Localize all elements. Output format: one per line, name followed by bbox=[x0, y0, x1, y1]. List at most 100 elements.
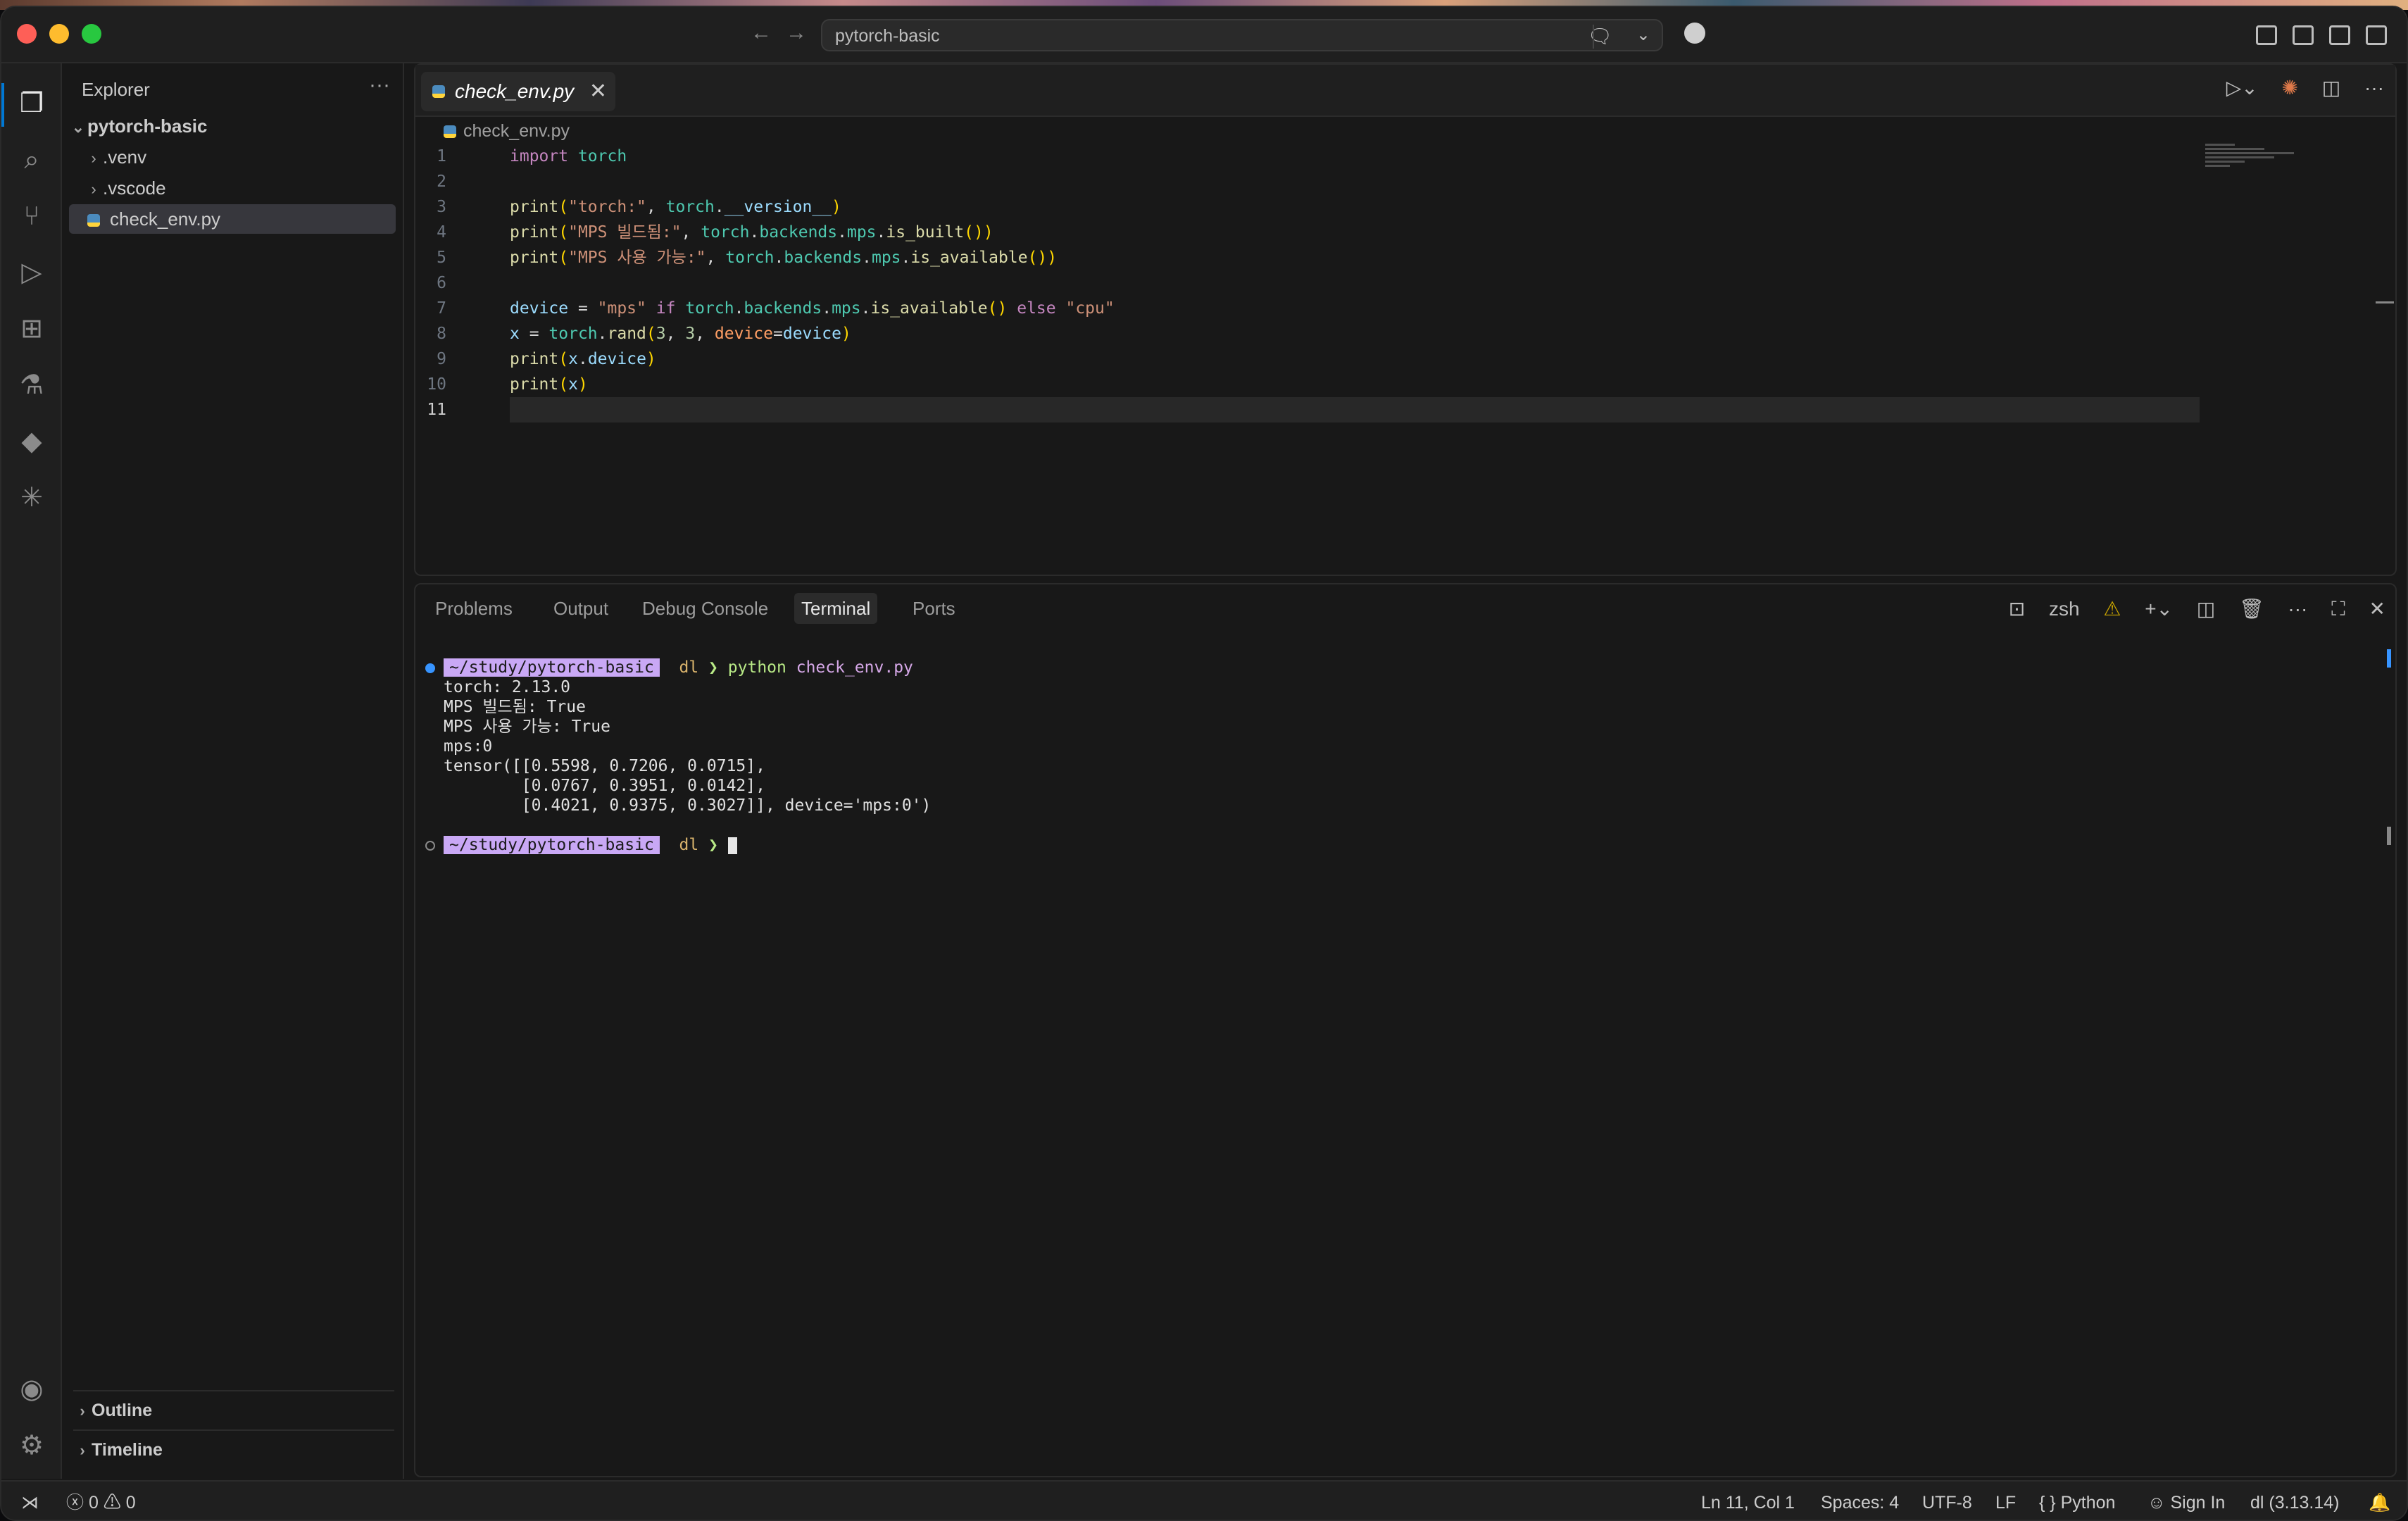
testing-icon[interactable]: ⚗ bbox=[15, 369, 48, 401]
tab-terminal[interactable]: Terminal bbox=[794, 593, 878, 624]
maximize-panel-icon[interactable]: ⛶ bbox=[2331, 598, 2345, 620]
bottom-panel: Problems Output Debug Console Terminal P… bbox=[414, 583, 2397, 1477]
chevron-down-icon[interactable]: ⌄ bbox=[1636, 25, 1650, 45]
tree-item-check-env[interactable]: check_env.py bbox=[69, 204, 396, 234]
run-debug-icon[interactable]: ▷ bbox=[15, 256, 48, 289]
extensions-icon[interactable]: ⊞ bbox=[15, 313, 48, 345]
close-window-button[interactable] bbox=[17, 24, 37, 44]
tree-item-vscode[interactable]: › .vscode bbox=[69, 173, 396, 203]
end-of-line[interactable]: LF bbox=[1995, 1482, 2016, 1520]
command-center-divider bbox=[1593, 25, 1594, 49]
sign-in[interactable]: ☺ Sign In bbox=[2147, 1482, 2225, 1520]
split-terminal-icon[interactable]: ◫ bbox=[2197, 598, 2215, 620]
account-icon[interactable]: ◉ bbox=[15, 1373, 48, 1406]
forward-arrow-icon[interactable]: → bbox=[786, 21, 807, 45]
timeline-section[interactable]: › Timeline bbox=[73, 1429, 394, 1467]
claude-icon[interactable]: ✳ bbox=[15, 482, 48, 514]
chevron-down-icon: ⌄ bbox=[71, 118, 85, 136]
customize-layout-icon[interactable] bbox=[2256, 25, 2277, 45]
tree-item-label: check_env.py bbox=[110, 208, 221, 230]
code-line[interactable]: 6 bbox=[415, 270, 2395, 296]
error-icon: ⓧ bbox=[66, 1493, 84, 1513]
claude-code-icon[interactable]: ✺ bbox=[2282, 77, 2298, 99]
line-number: 6 bbox=[437, 274, 446, 292]
close-panel-icon[interactable]: ✕ bbox=[2369, 598, 2385, 620]
chat-icon[interactable]: 🗨 bbox=[1587, 25, 1612, 48]
close-tab-icon[interactable]: ✕ bbox=[589, 72, 607, 111]
notifications-bell-icon[interactable]: 🔔 bbox=[2369, 1482, 2390, 1520]
code-line[interactable]: 5 print("MPS 사용 가능:", torch.backends.mps.… bbox=[415, 245, 2395, 270]
tree-item-venv[interactable]: › .venv bbox=[69, 142, 396, 172]
run-python-file-icon[interactable]: ▷⌄ bbox=[2226, 77, 2258, 99]
terminal-output-line: mps:0 bbox=[444, 737, 493, 756]
python-interpreter[interactable]: dl (3.13.14) bbox=[2250, 1482, 2339, 1520]
code-text: device = "mps" if torch.backends.mps.is_… bbox=[510, 299, 1115, 318]
panel-tab-bar: Problems Output Debug Console Terminal P… bbox=[415, 584, 2395, 634]
tab-output[interactable]: Output bbox=[546, 593, 615, 624]
zoom-window-button[interactable] bbox=[82, 24, 101, 44]
tab-debug-console[interactable]: Debug Console bbox=[635, 593, 775, 624]
problems-status[interactable]: ⓧ 0 ⚠ 0 bbox=[66, 1482, 136, 1520]
more-actions-icon[interactable]: ··· bbox=[2364, 77, 2384, 99]
activity-bar: ❐ ⌕ ⑂ ▷ ⊞ ⚗ ◆ ✳ ◉ ⚙ bbox=[1, 63, 62, 1479]
toggle-panel-icon[interactable] bbox=[2329, 25, 2350, 45]
code-line[interactable]: 11 bbox=[415, 397, 2395, 423]
vscode-window: ← → pytorch-basic 🗨 ⌄ ❐ ⌕ ⑂ ▷ ⊞ ⚗ ◆ ✳ ◉ … bbox=[0, 6, 2408, 1521]
indentation[interactable]: Spaces: 4 bbox=[1821, 1482, 1899, 1520]
code-line[interactable]: 2 bbox=[415, 169, 2395, 194]
new-terminal-icon[interactable]: +⌄ bbox=[2145, 598, 2173, 620]
terminal-scroll-marker bbox=[2387, 827, 2391, 845]
terminal-icon: ⊡ bbox=[2008, 598, 2026, 620]
search-icon[interactable]: ⌕ bbox=[15, 144, 48, 176]
timeline-label: Timeline bbox=[92, 1440, 163, 1460]
tab-ports[interactable]: Ports bbox=[905, 593, 962, 624]
remote-indicator-icon[interactable]: ⋊ bbox=[21, 1482, 39, 1520]
command-success-dot[interactable] bbox=[425, 663, 435, 673]
encoding[interactable]: UTF-8 bbox=[1922, 1482, 1972, 1520]
source-control-icon[interactable]: ⑂ bbox=[15, 200, 48, 232]
terminal-output-line: MPS 사용 가능: True bbox=[444, 718, 610, 736]
python-file-icon bbox=[432, 85, 445, 98]
tab-problems[interactable]: Problems bbox=[428, 593, 520, 624]
command-center-search[interactable]: pytorch-basic 🗨 ⌄ bbox=[821, 19, 1663, 51]
code-line[interactable]: 8 x = torch.rand(3, 3, device=device) bbox=[415, 321, 2395, 346]
breadcrumb[interactable]: check_env.py bbox=[444, 121, 570, 142]
prompt-arrow: ❯ bbox=[708, 836, 718, 854]
minimize-window-button[interactable] bbox=[49, 24, 69, 44]
copilot-icon[interactable] bbox=[1684, 23, 1705, 44]
more-actions-icon[interactable]: ··· bbox=[369, 73, 390, 97]
toggle-secondary-sidebar-icon[interactable] bbox=[2366, 25, 2387, 45]
explorer-icon[interactable]: ❐ bbox=[15, 87, 48, 120]
command-pending-dot[interactable] bbox=[425, 841, 435, 851]
toggle-primary-sidebar-icon[interactable] bbox=[2293, 25, 2314, 45]
code-line[interactable]: 9 print(x.device) bbox=[415, 346, 2395, 372]
trash-icon[interactable]: 🗑 bbox=[2239, 598, 2264, 620]
code-line[interactable]: 10 print(x) bbox=[415, 372, 2395, 397]
code-line[interactable]: 1 import torch bbox=[415, 144, 2395, 169]
split-editor-icon[interactable]: ◫ bbox=[2322, 77, 2340, 99]
panel-actions: ⊡ zsh ⚠ +⌄ ◫ 🗑 ··· ⛶ ✕ bbox=[1972, 597, 2385, 621]
minimap[interactable] bbox=[2205, 144, 2304, 179]
back-arrow-icon[interactable]: ← bbox=[751, 21, 772, 45]
outline-section[interactable]: › Outline bbox=[73, 1390, 394, 1428]
python-icon[interactable]: ◆ bbox=[15, 425, 48, 458]
code-line[interactable]: 3 print("torch:", torch.__version__) bbox=[415, 194, 2395, 220]
tab-label: check_env.py bbox=[455, 80, 575, 102]
more-actions-icon[interactable]: ··· bbox=[2288, 598, 2307, 620]
active-indicator bbox=[1, 83, 4, 127]
cursor-position[interactable]: Ln 11, Col 1 bbox=[1701, 1482, 1795, 1520]
workspace-root[interactable]: ⌄ pytorch-basic bbox=[69, 111, 396, 141]
terminal-output-line: [0.0767, 0.3951, 0.0142], bbox=[444, 777, 765, 795]
prompt-path: ~/study/pytorch-basic bbox=[444, 658, 660, 677]
line-number: 5 bbox=[437, 249, 446, 267]
command-center-label: pytorch-basic bbox=[835, 26, 940, 46]
tab-check-env[interactable]: check_env.py ✕ bbox=[421, 72, 615, 111]
terminal-scroll-marker bbox=[2387, 649, 2391, 668]
code-line[interactable]: 4 print("MPS 빌드됨:", torch.backends.mps.is… bbox=[415, 220, 2395, 245]
language-mode[interactable]: { } Python bbox=[2039, 1482, 2115, 1520]
code-line[interactable]: 7 device = "mps" if torch.backends.mps.is… bbox=[415, 296, 2395, 321]
settings-gear-icon[interactable]: ⚙ bbox=[15, 1429, 48, 1462]
prompt-arrow: ❯ bbox=[708, 658, 718, 677]
code-text: print(x.device) bbox=[510, 350, 656, 368]
terminal-shell-selector[interactable]: ⊡ zsh ⚠ bbox=[1990, 598, 2121, 620]
